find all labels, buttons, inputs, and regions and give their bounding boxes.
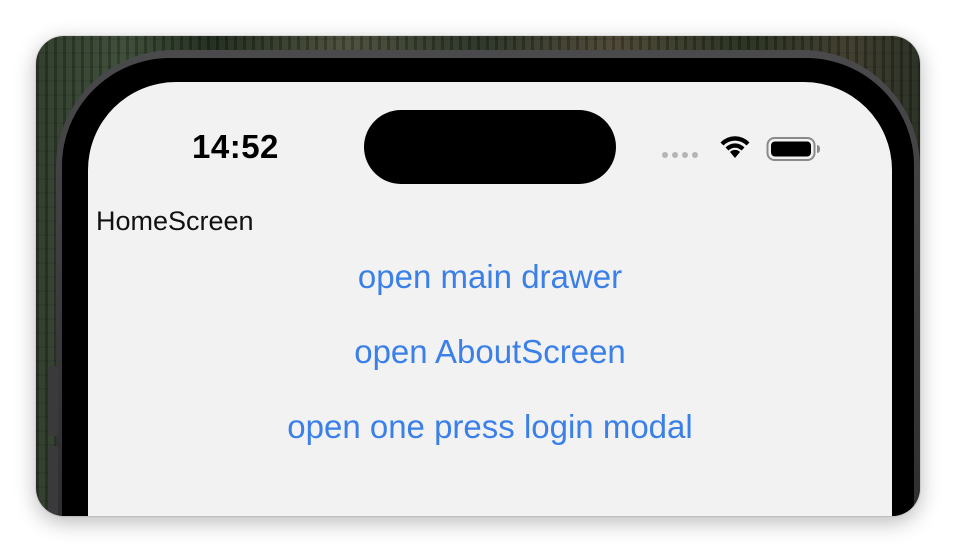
screen-title: HomeScreen <box>96 206 254 236</box>
wifi-icon <box>720 136 750 158</box>
volume-button <box>48 446 58 516</box>
open-login-modal-link[interactable]: open one press login modal <box>88 408 892 446</box>
dynamic-island <box>364 110 616 184</box>
simulator-window: 14:52 HomeScreen open main drawer open A… <box>36 36 920 516</box>
phone-screen: 14:52 HomeScreen open main drawer open A… <box>88 82 892 516</box>
status-time: 14:52 <box>192 128 279 165</box>
battery-icon <box>766 137 820 161</box>
volume-button <box>48 366 58 436</box>
signal-dots-icon <box>662 152 698 158</box>
open-main-drawer-link[interactable]: open main drawer <box>88 258 892 296</box>
open-about-screen-link[interactable]: open AboutScreen <box>88 333 892 371</box>
status-icons <box>662 130 822 164</box>
